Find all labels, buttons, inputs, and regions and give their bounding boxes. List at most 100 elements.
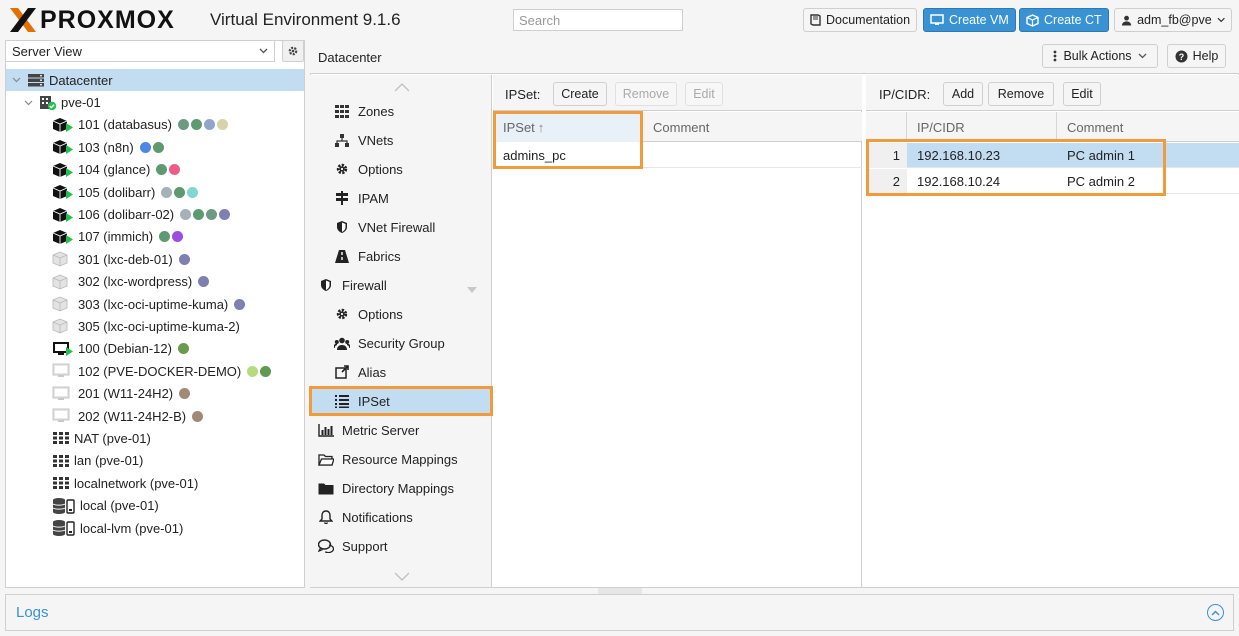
tree-item[interactable]: 202 (W11-24H2-B) [6,405,304,427]
ipset-toolbar [493,75,862,111]
expand-logs-button[interactable] [1207,604,1224,621]
tag-dot [177,119,189,131]
proxmox-logo: PROXMOX [8,6,175,34]
tree-item[interactable]: 100 (Debian-12) [6,338,304,360]
nav-item-ipam[interactable]: IPAM [310,184,492,212]
nav-item-label: Firewall [342,277,387,293]
tree-item[interactable]: 104 (glance) [6,159,304,181]
logs-title[interactable]: Logs [16,604,49,621]
nav-item-alias[interactable]: Alias [310,358,492,386]
ipset-name-column-header[interactable]: IPSet ↑ [493,112,643,142]
cidr-remove-button[interactable]: Remove [988,82,1054,106]
table-row[interactable]: admins_pc [493,143,862,168]
ipset-panel: IPSet: Create Remove Edit IPSet ↑ Commen… [493,75,862,587]
tree-item[interactable]: 301 (lxc-deb-01) [6,248,304,270]
tree-item[interactable]: NAT (pve-01) [6,427,304,449]
user-icon [1121,15,1132,26]
create-ct-button[interactable]: Create CT [1019,8,1109,32]
nav-item-resource-mappings[interactable]: Resource Mappings [310,445,492,473]
nav-item-directory-mappings[interactable]: Directory Mappings [310,474,492,502]
nav-item-notifications[interactable]: Notifications [310,503,492,531]
tag-dot [192,410,204,422]
scroll-up-icon[interactable] [394,83,410,92]
nav-item-metric-server[interactable]: Metric Server [310,416,492,444]
nav-item-support[interactable]: Support [310,532,492,560]
nav-item-label: VNets [358,132,394,148]
tree-item[interactable]: 305 (lxc-oci-uptime-kuma-2) [6,315,304,337]
tree-item-label: NAT (pve-01) [74,430,151,446]
nav-item-vnet-firewall[interactable]: VNet Firewall [310,213,492,241]
ipset-comment-column-header[interactable]: Comment [643,112,862,142]
tree-item-label: local-lvm (pve-01) [80,520,184,536]
tree-item[interactable]: localnetwork (pve-01) [6,472,304,494]
tree-item[interactable]: 106 (dolibarr-02) [6,203,304,225]
tree-item-label: pve-01 [61,95,101,111]
cidr-value-cell: 192.168.10.24 [917,174,1001,189]
tree-item[interactable]: 102 (PVE-DOCKER-DEMO) [6,360,304,382]
nav-item-ipset[interactable]: IPSet [309,386,493,416]
nav-item-zones[interactable]: Zones [310,97,492,125]
collapse-toggle-icon[interactable] [467,281,477,296]
nav-item-vnets[interactable]: VNets [310,126,492,154]
running-container-icon [52,184,74,200]
cidr-comment-column-header[interactable]: Comment [1057,112,1239,142]
tree-item[interactable]: local-lvm (pve-01) [6,517,304,539]
ipset-edit-button[interactable]: Edit [685,82,723,106]
tree-item[interactable]: 201 (W11-24H2) [6,382,304,404]
documentation-button[interactable]: Documentation [803,8,918,32]
tree-item[interactable]: 103 (n8n) [6,136,304,158]
user-menu-button[interactable]: adm_fb@pve [1114,8,1232,32]
create-vm-button[interactable]: Create VM [923,8,1016,32]
table-row[interactable]: 1 192.168.10.23 PC admin 1 [866,143,1239,168]
tree-settings-button[interactable] [282,40,304,62]
server-view-select[interactable]: Server View [5,40,275,62]
tree-item[interactable]: 105 (dolibarr) [6,181,304,203]
tree-item[interactable]: 107 (immich) [6,226,304,248]
tree-item[interactable]: 302 (lxc-wordpress) [6,271,304,293]
nav-item-options[interactable]: Options [310,155,492,183]
tree-item[interactable]: Datacenter [6,69,304,92]
tree-item-label: local (pve-01) [80,498,159,514]
sort-ascending-icon: ↑ [537,119,545,135]
nav-item-security-group[interactable]: Security Group [310,329,492,357]
row-number-cell: 2 [866,169,907,194]
network-grid-icon [52,454,70,468]
cidr-comment-column-label: Comment [1067,119,1124,135]
node-icon [39,95,57,111]
cidr-column-header[interactable]: IP/CIDR [907,112,1057,142]
bulk-actions-button[interactable]: Bulk Actions [1042,44,1158,68]
chevron-down-icon[interactable] [24,100,36,106]
tree-item[interactable]: pve-01 [6,91,304,113]
table-row[interactable]: 2 192.168.10.24 PC admin 2 [866,169,1239,194]
tree-item[interactable]: lan (pve-01) [6,450,304,472]
tag-dot [159,231,171,243]
chevron-down-icon[interactable] [12,77,24,83]
nav-item-options[interactable]: Options [310,300,492,328]
tag-dot [172,231,184,243]
gear-icon [334,161,350,177]
nav-item-fabrics[interactable]: Fabrics [310,242,492,270]
tree-item[interactable]: local (pve-01) [6,494,304,516]
gear-icon [334,306,350,322]
tree-item[interactable]: 303 (lxc-oci-uptime-kuma) [6,293,304,315]
ipset-remove-button[interactable]: Remove [615,82,677,106]
tag-dot [206,209,218,221]
ipset-create-button[interactable]: Create [553,82,607,106]
nav-item-firewall[interactable]: Firewall [310,271,492,299]
scroll-down-icon[interactable] [394,572,410,581]
search-input[interactable]: Search [513,9,683,31]
cidr-add-button[interactable]: Add [943,82,983,106]
tree-item-label: 100 (Debian-12) [78,341,172,357]
tree-item-label: 303 (lxc-oci-uptime-kuma) [78,296,229,312]
network-grid-icon [52,476,70,490]
tag-dot [190,119,202,131]
tree-item-label: 201 (W11-24H2) [78,386,174,402]
cidr-edit-button[interactable]: Edit [1063,82,1101,106]
tree-item[interactable]: 101 (databasus) [6,114,304,136]
brand-name: PROXMOX [40,5,175,34]
sitemap-icon [334,132,350,148]
chevron-down-icon [1217,17,1225,23]
help-button[interactable]: ? Help [1167,44,1226,68]
tree-item-label: 106 (dolibarr-02) [78,207,175,223]
running-container-icon [52,207,74,223]
